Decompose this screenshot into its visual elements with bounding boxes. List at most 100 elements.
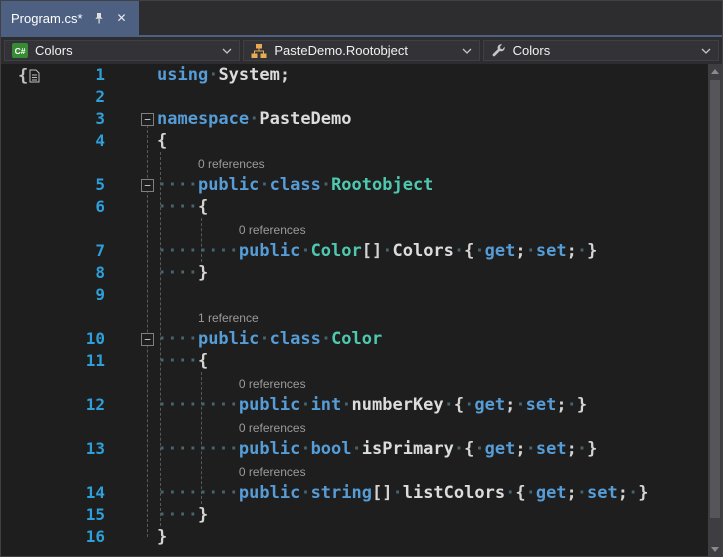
code-line[interactable]: ····{ [157, 196, 708, 218]
code-line[interactable]: } [157, 526, 708, 548]
close-icon[interactable]: ✕ [115, 11, 129, 25]
code-token: ; [556, 395, 567, 415]
code-token: listColors [402, 483, 506, 503]
code-token: ; [617, 483, 629, 503]
code-token: } [157, 527, 168, 547]
code-line[interactable]: ········public·bool·isPrimary·{·get;·set… [157, 438, 708, 460]
codelens-row: 0 references [157, 218, 708, 240]
line-number: 16 [85, 527, 105, 546]
whitespace-dots: ········ [157, 395, 239, 415]
member-dropdown[interactable]: Colors [482, 40, 719, 61]
type-dropdown[interactable]: PasteDemo.Rootobject [243, 40, 480, 61]
code-token: public [238, 395, 301, 415]
code-editor[interactable]: { 1 using·System; 2 3− namespace·PasteDemo 4{… [1, 64, 722, 556]
whitespace-dots: · [382, 241, 393, 261]
whitespace-dots: · [351, 439, 362, 459]
codelens-row: 0 references [157, 152, 708, 174]
project-dropdown[interactable]: C# Colors [4, 40, 241, 61]
outlining-margin: − [117, 108, 157, 130]
visual-studio-editor-window: Program.cs* ✕ C# Colors PasteDemo.Rootob… [0, 0, 723, 557]
code-line[interactable]: using·System; [157, 64, 708, 86]
outlining-margin [117, 218, 157, 240]
code-line[interactable]: namespace·PasteDemo [157, 108, 708, 130]
outlining-margin [117, 482, 157, 504]
code-line[interactable]: ····} [157, 504, 708, 526]
codelens-references-link[interactable]: 1 reference [198, 311, 259, 325]
code-token: set [535, 439, 567, 459]
line-number: 14 [85, 483, 105, 502]
code-line[interactable]: ········public·string[]·listColors·{·get… [157, 482, 708, 504]
code-line[interactable] [157, 86, 708, 108]
editor-row: 3 − namespace·PasteDemo [1, 108, 708, 130]
whitespace-dots: · [505, 483, 516, 503]
fold-collapse-button[interactable]: − [141, 179, 154, 192]
code-token: } [587, 241, 598, 261]
code-line[interactable]: ····} [157, 262, 708, 284]
line-number: 13 [85, 439, 105, 458]
code-token: } [197, 263, 209, 283]
codelens-references-link[interactable]: 0 references [198, 157, 265, 171]
whitespace-dots: · [300, 483, 311, 503]
whitespace-dots: · [525, 241, 536, 261]
scrollbar-thumb[interactable] [710, 80, 720, 518]
whitespace-dots: · [249, 109, 260, 129]
code-token: { [464, 439, 475, 459]
code-token: { [515, 483, 526, 503]
codelens-references-link[interactable]: 0 references [239, 223, 306, 237]
editor-row: 14 ········public·string[]·listColors·{·g… [1, 482, 708, 504]
line-number [1, 218, 117, 240]
code-line[interactable] [157, 284, 708, 306]
editor-row: 12 ········public·int·numberKey·{·get;·se… [1, 394, 708, 416]
code-rows: 1 using·System; 2 3− namespace·PasteDemo 4{0 … [1, 64, 708, 556]
chevron-down-icon [222, 48, 232, 54]
whitespace-dots: · [443, 395, 454, 415]
fold-collapse-button[interactable]: − [141, 333, 154, 346]
whitespace-dots: · [320, 329, 332, 349]
member-dropdown-label: Colors [512, 43, 551, 58]
class-icon [251, 43, 267, 59]
whitespace-dots: · [515, 395, 526, 415]
outlining-margin [117, 350, 157, 372]
editor-row: 2 [1, 86, 708, 108]
document-tab-bar: Program.cs* ✕ [1, 1, 722, 37]
code-token: } [587, 439, 598, 459]
codelens-references-link[interactable]: 0 references [239, 465, 306, 479]
type-dropdown-label: PasteDemo.Rootobject [274, 43, 409, 58]
editor-row: 1 reference [1, 306, 708, 328]
outlining-margin: − [117, 328, 157, 350]
whitespace-dots: ········ [157, 439, 239, 459]
code-token: public [197, 175, 260, 195]
pin-icon[interactable] [92, 11, 106, 25]
code-line[interactable]: ········public·Color[]·Colors·{·get;·set… [157, 240, 708, 262]
project-dropdown-label: Colors [35, 43, 73, 58]
scrollbar-down-arrow[interactable] [708, 542, 722, 556]
outlining-margin [117, 64, 157, 86]
outlining-margin [117, 240, 157, 262]
code-token: public [238, 241, 301, 261]
whitespace-dots: ········ [157, 483, 239, 503]
whitespace-dots: · [525, 483, 536, 503]
code-line[interactable]: ········public·int·numberKey·{·get;·set;… [157, 394, 708, 416]
line-number: 15 [85, 505, 105, 524]
codelens-references-link[interactable]: 0 references [239, 377, 306, 391]
code-line[interactable]: ····public·class·Rootobject [157, 174, 708, 196]
whitespace-dots: · [259, 175, 270, 195]
whitespace-dots: · [208, 65, 219, 85]
whitespace-dots: · [566, 395, 577, 415]
code-token: ; [566, 439, 577, 459]
whitespace-dots: · [300, 395, 311, 415]
editor-row: 7 ········public·Color[]·Colors·{·get;·se… [1, 240, 708, 262]
code-token: using [157, 65, 209, 85]
vertical-scrollbar[interactable] [708, 64, 722, 556]
scrollbar-up-arrow[interactable] [708, 64, 722, 78]
tab-program-cs[interactable]: Program.cs* ✕ [1, 1, 139, 35]
csharp-project-icon: C# [12, 43, 28, 58]
whitespace-dots: · [628, 483, 639, 503]
codelens-references-link[interactable]: 0 references [239, 421, 306, 435]
code-line[interactable]: ····public·class·Color [157, 328, 708, 350]
code-line[interactable]: ····{ [157, 350, 708, 372]
editor-row: 0 references [1, 372, 708, 394]
fold-collapse-button[interactable]: − [141, 113, 154, 126]
code-line[interactable]: { [157, 130, 708, 152]
outlining-margin [117, 438, 157, 460]
